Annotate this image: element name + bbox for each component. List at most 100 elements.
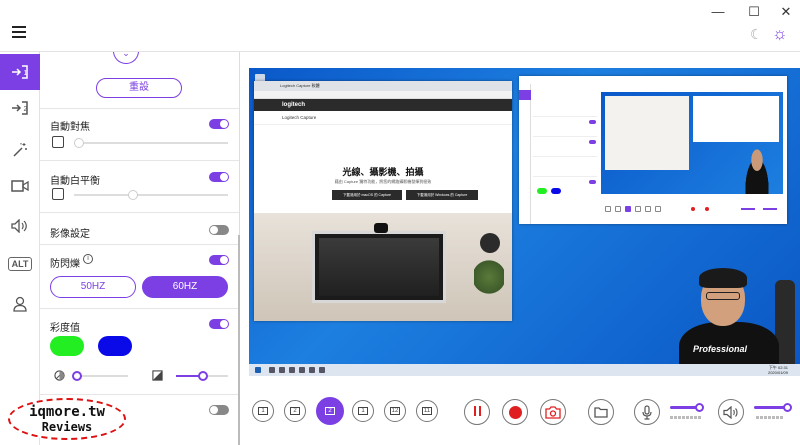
saturation-slider-thumb[interactable] xyxy=(72,371,82,381)
source-1-icon: 1 xyxy=(12,65,28,79)
white-balance-slider-thumb[interactable] xyxy=(128,190,138,200)
taskbar-clock: 下午 02:31 2020/01/09 xyxy=(768,365,788,375)
presenter-webcam-feed: Professional xyxy=(679,268,799,376)
hamburger-icon[interactable] xyxy=(12,26,26,38)
speaker-level-meter xyxy=(756,416,784,419)
saturation-label: 彩度值 xyxy=(50,323,80,334)
moon-icon[interactable]: ☾ xyxy=(750,26,763,43)
taskbar-icon xyxy=(319,367,325,373)
left-rail: 1 2 ALT xyxy=(0,52,40,445)
browser-url-bar xyxy=(254,91,512,99)
antiflicker-label: 防閃爍 xyxy=(50,259,80,270)
taskbar-icon xyxy=(289,367,295,373)
site-headline: 光線、攝影機、拍攝 xyxy=(342,167,424,177)
taskbar-icon xyxy=(299,367,305,373)
windows-taskbar: 下午 02:31 2020/01/09 xyxy=(249,364,800,376)
divider xyxy=(40,308,239,309)
record-button[interactable] xyxy=(502,399,528,425)
svg-text:2: 2 xyxy=(24,106,28,113)
pause-button[interactable] xyxy=(464,399,490,425)
microphone-button[interactable] xyxy=(634,399,660,425)
speaker-icon xyxy=(723,405,738,419)
layout-picture-in-picture-button[interactable]: 2 xyxy=(316,397,344,425)
speaker-icon xyxy=(11,219,27,233)
rail-item-audio[interactable] xyxy=(0,208,40,244)
start-icon xyxy=(255,367,261,373)
nested-toolbar xyxy=(601,200,783,220)
site-logo: logitech xyxy=(254,99,512,111)
video-camera-icon xyxy=(11,180,29,192)
plant-image xyxy=(474,259,504,295)
blue-color-swatch[interactable] xyxy=(98,336,132,356)
rail-item-source-2[interactable]: 2 xyxy=(0,90,40,126)
nested-rail xyxy=(519,84,531,224)
image-settings-toggle[interactable] xyxy=(209,225,229,235)
layout-single-2-button[interactable]: 2 xyxy=(284,400,306,422)
settings-scrollbar[interactable] xyxy=(238,235,240,445)
user-icon xyxy=(13,296,27,312)
saturation-icon xyxy=(54,370,65,381)
minimize-button[interactable]: — xyxy=(708,4,728,19)
auto-white-balance-toggle[interactable] xyxy=(209,172,229,182)
divider xyxy=(40,160,239,161)
autofocus-slider-track[interactable] xyxy=(74,142,228,144)
bottom-setting-toggle[interactable] xyxy=(209,405,229,415)
saturation-slider-track[interactable] xyxy=(78,375,128,377)
info-icon[interactable]: i xyxy=(83,254,93,264)
contrast-slider-thumb[interactable] xyxy=(198,371,208,381)
settings-panel: ⌄ 重設 自動對焦 自動白平衡 影像設定 防閃爍 i 50HZ 60HZ 彩度值 xyxy=(40,52,240,445)
layout-split-button[interactable]: 12 xyxy=(384,400,406,422)
sun-icon[interactable]: ☼ xyxy=(772,24,788,44)
divider xyxy=(40,244,239,245)
close-button[interactable]: ✕ xyxy=(776,4,796,20)
contrast-icon xyxy=(152,370,163,381)
50hz-button[interactable]: 50HZ xyxy=(50,276,136,298)
speaker-button[interactable] xyxy=(718,399,744,425)
magic-wand-icon xyxy=(13,143,27,157)
monitor-image xyxy=(312,231,446,303)
reset-button[interactable]: 重設 xyxy=(96,78,182,98)
open-folder-button[interactable] xyxy=(588,399,614,425)
nested-preview xyxy=(601,92,783,194)
rail-item-video[interactable] xyxy=(0,168,40,204)
shirt-text: Professional xyxy=(693,344,748,354)
rail-item-source-1[interactable]: 1 xyxy=(0,54,40,90)
browser-tab: Logitech Capture 軟體 xyxy=(254,81,512,91)
taskbar-date: 2020/01/09 xyxy=(767,370,788,375)
microphone-level-meter xyxy=(670,416,702,419)
green-color-swatch[interactable] xyxy=(50,336,84,356)
autofocus-toggle[interactable] xyxy=(209,119,229,129)
svg-text:1: 1 xyxy=(24,70,28,77)
autofocus-slider-thumb[interactable] xyxy=(74,138,84,148)
microphone-volume-thumb[interactable] xyxy=(695,403,704,412)
snapshot-button[interactable] xyxy=(540,399,566,425)
nested-rail-active xyxy=(519,90,531,100)
divider xyxy=(40,108,239,109)
maximize-button[interactable]: ☐ xyxy=(744,4,764,20)
download-mac-button: 下載適用於 macOS 的 Capture xyxy=(332,190,402,200)
watermark-logo: iqmore.tw Reviews xyxy=(8,398,126,440)
site-hero-image xyxy=(254,213,512,321)
speaker-volume-thumb[interactable] xyxy=(783,403,792,412)
taskbar-icon xyxy=(279,367,285,373)
camera-preview: Logitech Capture 軟體 logitech Logitech Ca… xyxy=(249,68,800,376)
auto-white-balance-label: 自動白平衡 xyxy=(50,176,100,187)
white-balance-slider-track[interactable] xyxy=(74,194,228,196)
layout-pip-alt-button[interactable]: 1 xyxy=(352,400,374,422)
layout-single-1-button[interactable]: 1 xyxy=(252,400,274,422)
microphone-icon xyxy=(642,404,652,420)
download-windows-button: 下載適用於 Windows 的 Capture xyxy=(406,190,478,200)
captured-browser-window: Logitech Capture 軟體 logitech Logitech Ca… xyxy=(254,81,512,321)
rail-item-account[interactable] xyxy=(0,286,40,322)
saturation-toggle[interactable] xyxy=(209,319,229,329)
rail-item-effects[interactable] xyxy=(0,132,40,168)
60hz-button[interactable]: 60HZ xyxy=(142,276,228,298)
collapse-chevron-icon[interactable]: ⌄ xyxy=(113,52,139,64)
antiflicker-toggle[interactable] xyxy=(209,255,229,265)
autofocus-label: 自動對焦 xyxy=(50,122,90,133)
layout-side-by-side-button[interactable]: 11 xyxy=(416,400,438,422)
record-icon xyxy=(508,405,522,419)
title-bar: — ☐ ✕ ☾ ☼ xyxy=(0,0,800,52)
rail-item-alt-text[interactable]: ALT xyxy=(0,246,40,282)
camera-icon xyxy=(545,405,561,419)
